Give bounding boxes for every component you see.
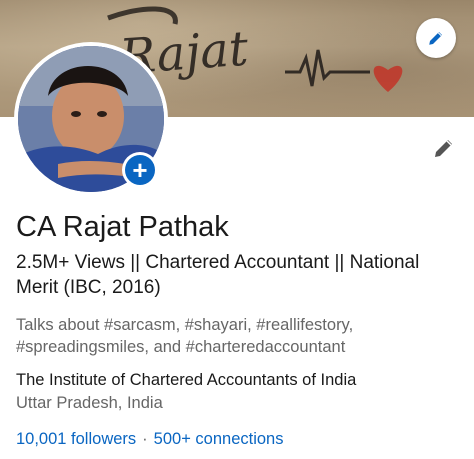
plus-icon: + <box>125 155 155 185</box>
stats-separator: · <box>142 430 148 448</box>
profile-headline: 2.5M+ Views || Chartered Accountant || N… <box>16 252 420 298</box>
location: Uttar Pradesh, India <box>16 394 163 412</box>
connections-link[interactable]: 500+ connections <box>154 430 284 448</box>
add-photo-button[interactable]: + <box>122 152 158 188</box>
talks-about: Talks about #sarcasm, #shayari, #reallif… <box>16 316 354 356</box>
edit-profile-button[interactable] <box>428 132 460 164</box>
heart-icon <box>373 65 403 92</box>
pencil-icon <box>435 140 452 157</box>
heartbeat-line <box>285 49 370 87</box>
company-name[interactable]: The Institute of Chartered Accountants o… <box>16 371 356 390</box>
network-stats: 10,001 followers · 500+ connections <box>16 430 283 449</box>
edit-banner-button[interactable] <box>416 18 456 58</box>
profile-name: CA Rajat Pathak <box>16 211 229 243</box>
followers-link[interactable]: 10,001 followers <box>16 430 136 448</box>
pencil-icon <box>429 32 442 45</box>
